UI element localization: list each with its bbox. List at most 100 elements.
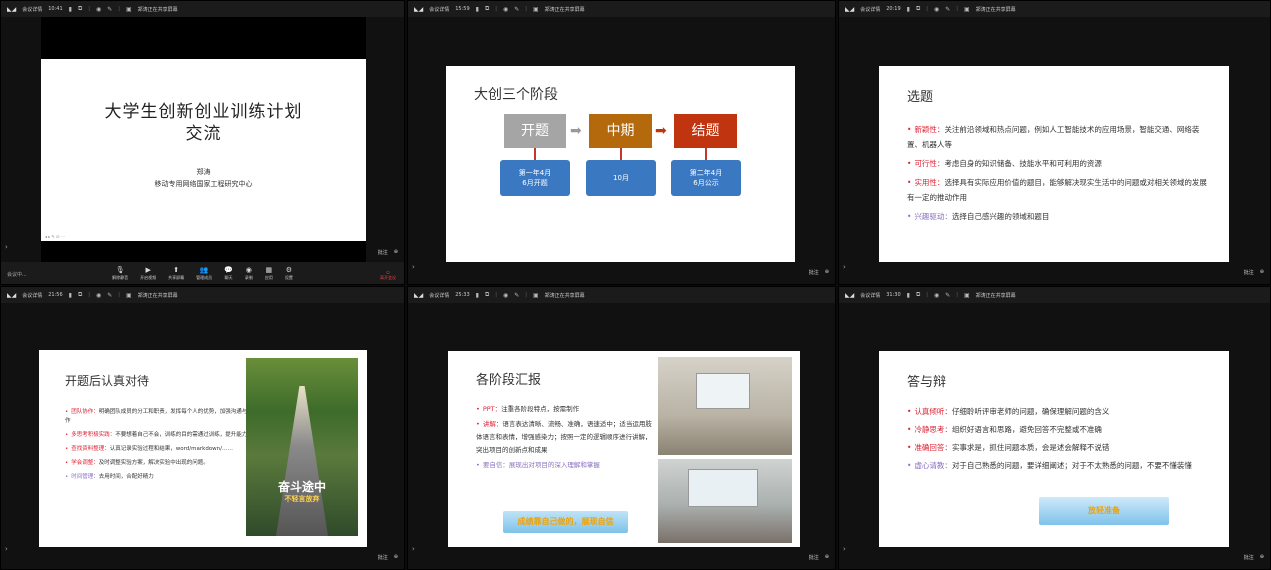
apps-icon: ▦ xyxy=(265,265,273,274)
meeting-info-label[interactable]: 会议详情 xyxy=(22,6,42,13)
bullet-list: • 新颖性：关注前沿领域和热点问题，例如人工智能技术的应用场景，智能交通、网络装置… xyxy=(907,122,1212,228)
projector-screen-image xyxy=(688,469,758,507)
meeting-toolbar: 🎙 解除静音 ▶ 开启视频 ⬆ 共享屏幕 👥 管理成员 💬 聊天 ◉ 录制 ▦ 应用 ⚙ 设置 xyxy=(1,262,404,284)
chat-icon: 💬 xyxy=(224,265,233,274)
record-icon[interactable]: ◉ xyxy=(503,292,508,299)
bullet-icon: • xyxy=(907,178,912,187)
meeting-info-label[interactable]: 会议详情 xyxy=(429,6,449,13)
projector-screen-image xyxy=(696,373,750,409)
meeting-info-label[interactable]: 会议详情 xyxy=(429,292,449,299)
bullet-icon: • xyxy=(476,461,480,469)
expand-icon[interactable]: ⧉ xyxy=(485,291,489,299)
zoom-icon[interactable]: ⊕ xyxy=(825,269,829,276)
expand-icon[interactable]: ⧉ xyxy=(916,5,920,13)
annotate-button[interactable]: 批注 xyxy=(809,554,819,561)
stage-date-2: 10月 xyxy=(586,160,656,196)
meeting-time: 31:30 xyxy=(886,292,901,298)
bullet-icon: • xyxy=(907,425,912,434)
meeting-info-label[interactable]: 会议详情 xyxy=(22,292,42,299)
video-button[interactable]: ▶ 开启视频 xyxy=(140,266,156,281)
zoom-icon[interactable]: ⊕ xyxy=(394,249,398,256)
chat-button[interactable]: 💬 聊天 xyxy=(224,266,233,281)
bullet-list: • PPT：注重各阶段特点，按需制作 • 讲解：语言表达清晰、流畅、准确，语速适中；… xyxy=(476,403,656,474)
slide-heading: 选题 xyxy=(907,90,934,105)
expand-icon[interactable]: ⧉ xyxy=(916,291,920,299)
record-icon[interactable]: ◉ xyxy=(934,292,939,299)
annotate-button[interactable]: 批注 xyxy=(378,554,388,561)
share-screen-button[interactable]: ⬆ 共享屏幕 xyxy=(168,266,184,281)
annotate-button[interactable]: 批注 xyxy=(809,269,819,276)
book-title: 奋斗途中 xyxy=(277,480,326,494)
record-button[interactable]: ◉ 录制 xyxy=(245,266,253,281)
record-icon[interactable]: ◉ xyxy=(96,292,101,299)
zoom-icon[interactable]: ⊕ xyxy=(394,554,398,561)
recording-panel-2: ◣◢ 会议详情 15:59 ▮ ⧉ | ◉ ✎ | ▣ 郑涛正在共享屏幕 大创三… xyxy=(407,0,836,285)
prev-arrow-icon[interactable]: › xyxy=(5,545,8,553)
pen-icon[interactable]: ✎ xyxy=(945,6,950,13)
annotate-button[interactable]: 批注 xyxy=(1244,554,1254,561)
pen-icon[interactable]: ✎ xyxy=(514,6,519,13)
slide-banner: 成绩靠自己做的，展现自信 xyxy=(503,511,628,533)
screen-share-icon: ▣ xyxy=(125,5,132,13)
meeting-info-label[interactable]: 会议详情 xyxy=(860,292,880,299)
expand-icon[interactable]: ⧉ xyxy=(78,5,82,13)
prev-arrow-icon[interactable]: › xyxy=(843,545,846,553)
meeting-logo-icon: ◣◢ xyxy=(845,5,855,13)
slide-stages: 大创三个阶段 开题 ➡ 中期 ➡ 结题 第一年4月 6月开题 10月 第二年4月 6… xyxy=(446,66,795,262)
sharing-status[interactable]: 郑涛正在共享屏幕 xyxy=(545,292,585,299)
members-button[interactable]: 👥 管理成员 xyxy=(196,266,212,281)
slide-reports: 各阶段汇报 • PPT：注重各阶段特点，按需制作 • 讲解：语言表达清晰、流畅、准确… xyxy=(448,351,800,547)
apps-button[interactable]: ▦ 应用 xyxy=(265,266,273,281)
sharing-status[interactable]: 郑涛正在共享屏幕 xyxy=(976,6,1016,13)
list-item: • 可行性：考虑自身的知识储备、技能水平和可利用的资源 xyxy=(907,159,1102,168)
sharing-status[interactable]: 郑涛正在共享屏幕 xyxy=(545,6,585,13)
list-item: • 冷静思考：组织好语言和思路，避免回答不完整或不准确 xyxy=(907,425,1102,434)
pen-icon[interactable]: ✎ xyxy=(945,292,950,299)
prev-arrow-icon[interactable]: › xyxy=(412,545,415,553)
meeting-logo-icon: ◣◢ xyxy=(414,5,424,13)
list-item: • 虚心请教：对于自己熟悉的问题，要详细阐述；对于不太熟悉的问题，不要不懂装懂 xyxy=(907,461,1192,470)
list-item: • 多思考积极实践：不要想着自己不会，训练的目的需通过训练，提升能力 xyxy=(65,432,248,438)
bullet-list: • 认真倾听：仔细聆听评审老师的问题，确保理解问题的含义 • 冷静思考：组织好语言和… xyxy=(907,405,1217,477)
prev-arrow-icon[interactable]: › xyxy=(5,243,8,251)
leave-button[interactable]: ⏻ 离开会议 xyxy=(380,270,396,281)
record-icon[interactable]: ◉ xyxy=(503,6,508,13)
pen-icon[interactable]: ✎ xyxy=(107,6,112,13)
record-icon[interactable]: ◉ xyxy=(96,6,101,13)
stage-box-3: 结题 xyxy=(674,114,737,148)
slide-heading: 答与辩 xyxy=(907,375,947,390)
prev-arrow-icon[interactable]: › xyxy=(843,263,846,271)
pen-icon[interactable]: ✎ xyxy=(514,292,519,299)
signal-icon: ▮ xyxy=(68,291,72,299)
annotate-button[interactable]: 批注 xyxy=(378,249,388,256)
recording-panel-3: ◣◢ 会议详情 20:19 ▮ ⧉ | ◉ ✎ | ▣ 郑涛正在共享屏幕 选题 … xyxy=(838,0,1271,285)
meeting-logo-icon: ◣◢ xyxy=(7,5,17,13)
sharing-status[interactable]: 郑涛正在共享屏幕 xyxy=(138,6,178,13)
record-icon[interactable]: ◉ xyxy=(934,6,939,13)
expand-icon[interactable]: ⧉ xyxy=(78,291,82,299)
annotate-button[interactable]: 批注 xyxy=(1244,269,1254,276)
zoom-icon[interactable]: ⊕ xyxy=(825,554,829,561)
screen-share-icon: ▣ xyxy=(125,291,132,299)
settings-button[interactable]: ⚙ 设置 xyxy=(285,266,293,281)
sharing-status[interactable]: 郑涛正在共享屏幕 xyxy=(138,292,178,299)
screen-share-icon: ▣ xyxy=(963,5,970,13)
classroom-photo xyxy=(658,357,792,455)
meeting-topbar: ◣◢ 会议详情 20:19 ▮ ⧉ | ◉ ✎ | ▣ 郑涛正在共享屏幕 xyxy=(839,1,1270,17)
meeting-logo-icon: ◣◢ xyxy=(845,291,855,299)
screen-share-icon: ▣ xyxy=(532,291,539,299)
sharing-status[interactable]: 郑涛正在共享屏幕 xyxy=(976,292,1016,299)
mute-button[interactable]: 🎙 解除静音 xyxy=(112,266,128,281)
annotate-tools: 批注 ⊕ xyxy=(809,269,829,276)
meeting-time: 20:19 xyxy=(886,6,901,12)
meeting-info-label[interactable]: 会议详情 xyxy=(860,6,880,13)
prev-arrow-icon[interactable]: › xyxy=(412,263,415,271)
list-item: • 要自信：展现出对项目的深入理解和掌握 xyxy=(476,461,600,469)
bullet-icon: • xyxy=(907,461,912,470)
slide-defense: 答与辩 • 认真倾听：仔细聆听评审老师的问题，确保理解问题的含义 • 冷静思考：组织… xyxy=(879,351,1229,547)
expand-icon[interactable]: ⧉ xyxy=(485,5,489,13)
pen-icon[interactable]: ✎ xyxy=(107,292,112,299)
zoom-icon[interactable]: ⊕ xyxy=(1260,269,1264,276)
zoom-icon[interactable]: ⊕ xyxy=(1260,554,1264,561)
slide-controls[interactable]: ◂ ▸ ✎ ⊡ ⋯ xyxy=(45,234,65,239)
